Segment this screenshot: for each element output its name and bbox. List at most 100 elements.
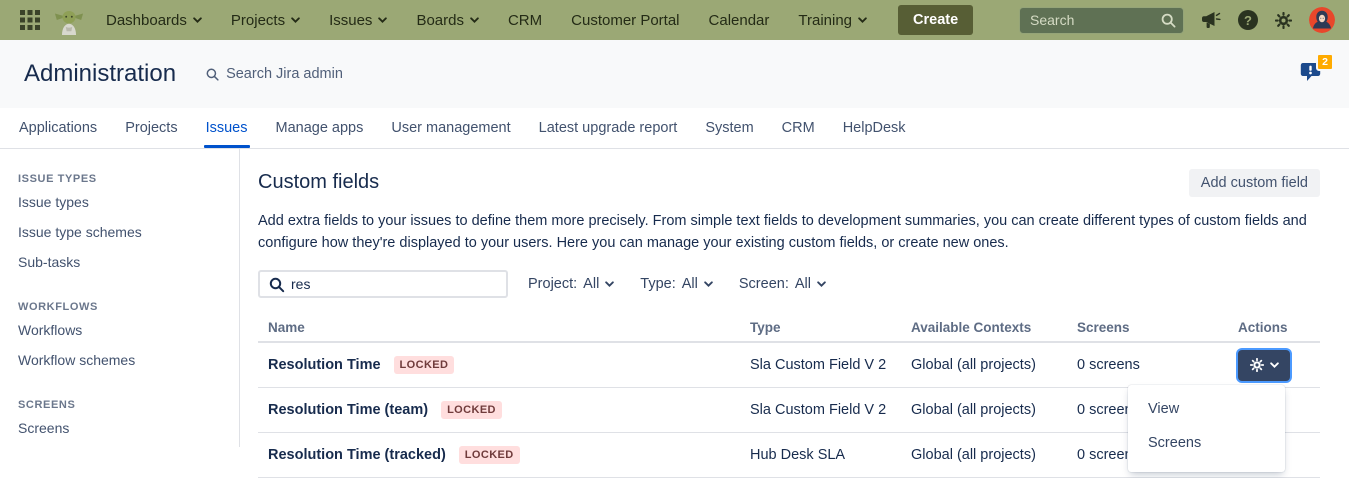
search-icon bbox=[206, 68, 219, 81]
settings-gear-icon[interactable] bbox=[1275, 12, 1292, 29]
tab-projects[interactable]: Projects bbox=[125, 108, 177, 148]
main-heading-row: Custom fields Add custom field bbox=[258, 169, 1320, 196]
nav-item-training[interactable]: Training bbox=[798, 12, 867, 29]
table-header-row: Name Type Available Contexts Screens Act… bbox=[258, 314, 1320, 343]
announcement-megaphone-icon[interactable] bbox=[1201, 11, 1221, 29]
notifications-button[interactable]: 2 bbox=[1299, 60, 1325, 89]
filter-screen-dropdown[interactable]: Screen: All bbox=[739, 276, 826, 292]
sidebar-item-workflow-schemes[interactable]: Workflow schemes bbox=[18, 345, 239, 375]
nav-item-dashboards[interactable]: Dashboards bbox=[106, 12, 202, 29]
field-contexts-cell: Global (all projects) bbox=[911, 402, 1077, 418]
sidebar-section-issue-types: ISSUE TYPES Issue types Issue type schem… bbox=[18, 171, 239, 277]
nav-item-customer-portal[interactable]: Customer Portal bbox=[571, 12, 679, 29]
chevron-down-icon bbox=[704, 281, 713, 287]
sidebar-item-sub-tasks[interactable]: Sub-tasks bbox=[18, 247, 239, 277]
chevron-down-icon bbox=[858, 17, 867, 23]
admin-search-label: Search Jira admin bbox=[226, 66, 343, 82]
filter-project-dropdown[interactable]: Project: All bbox=[528, 276, 614, 292]
menu-item-screens[interactable]: Screens bbox=[1128, 426, 1285, 460]
add-custom-field-button[interactable]: Add custom field bbox=[1189, 169, 1320, 197]
nav-item-calendar[interactable]: Calendar bbox=[709, 12, 770, 29]
user-avatar[interactable] bbox=[1309, 7, 1335, 33]
tab-system[interactable]: System bbox=[705, 108, 753, 148]
section-title: Custom fields bbox=[258, 171, 379, 194]
field-type-cell: Hub Desk SLA bbox=[750, 447, 911, 463]
field-type-cell: Sla Custom Field V 2 bbox=[750, 357, 911, 373]
sidebar-section-title: ISSUE TYPES bbox=[18, 171, 239, 187]
nav-item-projects[interactable]: Projects bbox=[231, 12, 300, 29]
field-name-cell: Resolution Time (team) LOCKED bbox=[258, 401, 750, 419]
filter-value: All bbox=[682, 276, 698, 292]
top-navbar: Dashboards Projects Issues Boards CRM Cu… bbox=[0, 0, 1349, 40]
sidebar-item-issue-types[interactable]: Issue types bbox=[18, 187, 239, 217]
custom-field-search bbox=[258, 270, 508, 298]
field-actions-cell bbox=[1238, 350, 1320, 381]
tab-user-management[interactable]: User management bbox=[391, 108, 510, 148]
navbar-right-cluster: ? bbox=[1019, 7, 1335, 34]
search-icon bbox=[1161, 13, 1176, 28]
tab-crm[interactable]: CRM bbox=[782, 108, 815, 148]
admin-tabbar: Applications Projects Issues Manage apps… bbox=[0, 108, 1349, 149]
gear-icon bbox=[1250, 358, 1264, 372]
admin-search-button[interactable]: Search Jira admin bbox=[206, 66, 343, 82]
custom-field-search-input[interactable] bbox=[260, 272, 506, 296]
locked-badge: LOCKED bbox=[459, 446, 520, 464]
sidebar-section-screens: SCREENS Screens bbox=[18, 397, 239, 443]
filter-label: Type: bbox=[640, 276, 675, 292]
chevron-down-icon bbox=[470, 17, 479, 23]
global-search bbox=[1019, 7, 1184, 34]
sidebar-item-screens[interactable]: Screens bbox=[18, 413, 239, 443]
nav-item-label: Projects bbox=[231, 12, 285, 29]
global-search-input[interactable] bbox=[1019, 7, 1184, 34]
nav-item-label: CRM bbox=[508, 12, 542, 29]
create-button[interactable]: Create bbox=[898, 5, 973, 35]
nav-item-crm[interactable]: CRM bbox=[508, 12, 542, 29]
menu-item-view[interactable]: View bbox=[1128, 392, 1285, 426]
chevron-down-icon bbox=[605, 281, 614, 287]
app-switcher-icon[interactable] bbox=[20, 10, 40, 30]
sidebar-item-workflows[interactable]: Workflows bbox=[18, 315, 239, 345]
field-contexts-cell: Global (all projects) bbox=[911, 447, 1077, 463]
admin-header: Administration Search Jira admin 2 bbox=[0, 40, 1349, 108]
filter-label: Screen: bbox=[739, 276, 789, 292]
locked-badge: LOCKED bbox=[441, 401, 502, 419]
field-contexts-cell: Global (all projects) bbox=[911, 357, 1077, 373]
nav-item-label: Calendar bbox=[709, 12, 770, 29]
section-description: Add extra fields to your issues to defin… bbox=[258, 210, 1320, 254]
field-name: Resolution Time (team) bbox=[268, 402, 428, 418]
tab-latest-upgrade-report[interactable]: Latest upgrade report bbox=[539, 108, 678, 148]
field-name: Resolution Time (tracked) bbox=[268, 447, 446, 463]
row-actions-gear-button[interactable] bbox=[1238, 350, 1290, 381]
search-icon bbox=[269, 277, 285, 293]
sidebar-section-workflows: WORKFLOWS Workflows Workflow schemes bbox=[18, 299, 239, 375]
tab-helpdesk[interactable]: HelpDesk bbox=[843, 108, 906, 148]
nav-item-label: Boards bbox=[416, 12, 464, 29]
table-row: Resolution Time LOCKED Sla Custom Field … bbox=[258, 343, 1320, 388]
site-logo-yoda-icon[interactable] bbox=[54, 4, 84, 36]
tab-issues[interactable]: Issues bbox=[206, 108, 248, 148]
column-header-type: Type bbox=[750, 320, 911, 335]
locked-badge: LOCKED bbox=[394, 356, 455, 374]
nav-item-boards[interactable]: Boards bbox=[416, 12, 479, 29]
tab-manage-apps[interactable]: Manage apps bbox=[276, 108, 364, 148]
help-icon[interactable]: ? bbox=[1238, 10, 1258, 30]
nav-item-label: Issues bbox=[329, 12, 372, 29]
page-title: Administration bbox=[24, 60, 176, 88]
chevron-down-icon bbox=[817, 281, 826, 287]
actions-dropdown-menu: View Screens bbox=[1128, 385, 1285, 472]
sidebar-section-title: WORKFLOWS bbox=[18, 299, 239, 315]
sidebar-item-issue-type-schemes[interactable]: Issue type schemes bbox=[18, 217, 239, 247]
filter-type-dropdown[interactable]: Type: All bbox=[640, 276, 713, 292]
tab-applications[interactable]: Applications bbox=[19, 108, 97, 148]
notification-count-badge: 2 bbox=[1316, 53, 1334, 71]
chevron-down-icon bbox=[378, 17, 387, 23]
field-type-cell: Sla Custom Field V 2 bbox=[750, 402, 911, 418]
field-name: Resolution Time bbox=[268, 357, 381, 373]
chevron-down-icon bbox=[193, 17, 202, 23]
filter-value: All bbox=[795, 276, 811, 292]
chevron-down-icon bbox=[291, 17, 300, 23]
nav-item-issues[interactable]: Issues bbox=[329, 12, 387, 29]
filter-value: All bbox=[583, 276, 599, 292]
sidebar-section-title: SCREENS bbox=[18, 397, 239, 413]
filter-row: Project: All Type: All Screen: All bbox=[258, 270, 1320, 298]
